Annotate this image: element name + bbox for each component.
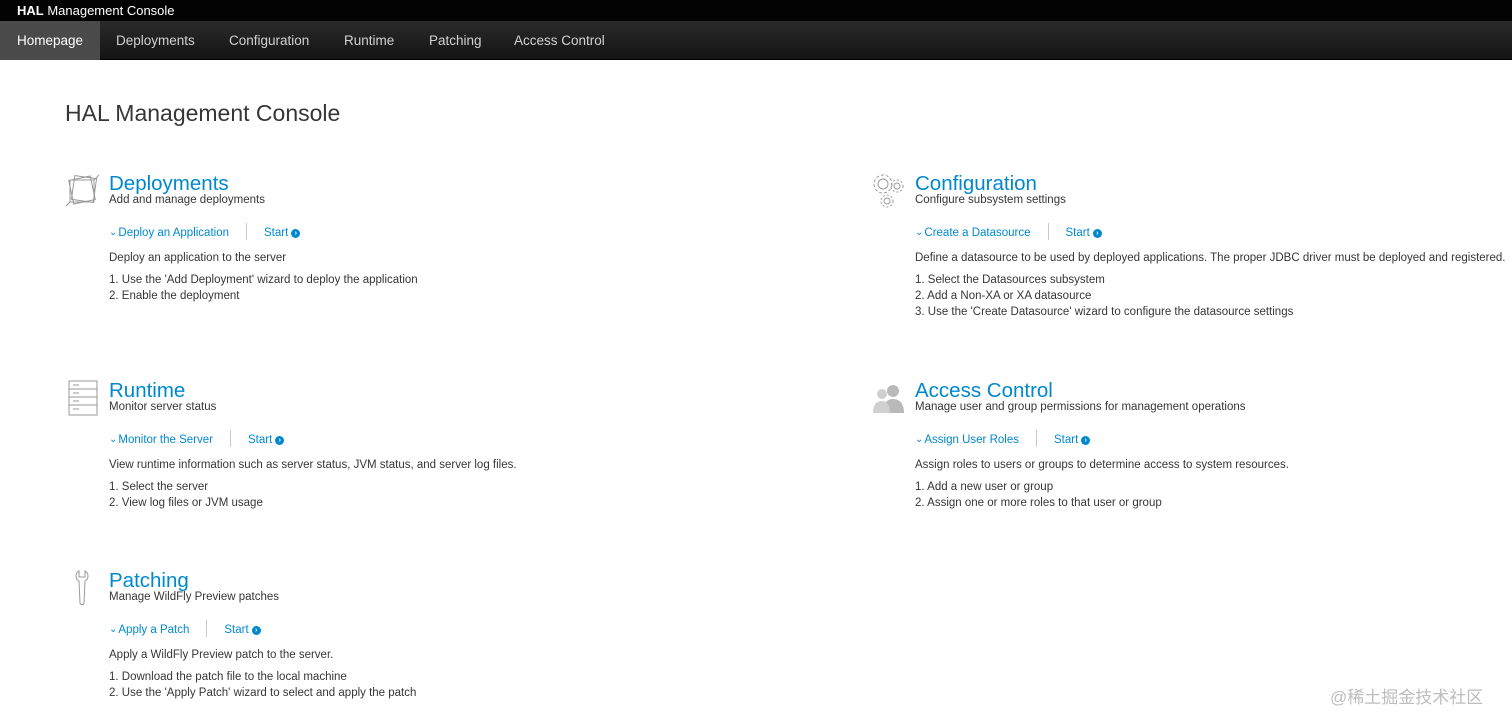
chevron-down-icon: ⌄	[915, 227, 924, 238]
module-subtitle: Monitor server status	[109, 401, 217, 413]
task-label: Deploy an Application	[118, 227, 229, 239]
step-item: 2. Enable the deployment	[109, 290, 240, 302]
module-deployments: Deployments Add and manage deployments ⌄…	[65, 172, 785, 312]
step-item: 2. Assign one or more roles to that user…	[915, 497, 1162, 509]
brand-name-strong: HAL	[17, 3, 44, 18]
task-label: Apply a Patch	[118, 624, 190, 636]
start-button[interactable]: Start ›	[264, 224, 301, 242]
module-subtitle: Manage WildFly Preview patches	[109, 591, 280, 603]
module-configuration: Configuration Configure subsystem settin…	[871, 172, 1505, 332]
step-item: 1. Select the Datasources subsystem	[915, 274, 1105, 286]
chevron-down-icon: ⌄	[109, 434, 118, 445]
step-item: 1. Use the 'Add Deployment' wizard to de…	[109, 274, 418, 286]
task-label: Monitor the Server	[118, 434, 213, 446]
task-description: Assign roles to users or groups to deter…	[915, 459, 1289, 471]
deployments-icon	[65, 172, 101, 210]
step-item: 2. Use the 'Apply Patch' wizard to selec…	[109, 687, 417, 699]
arrow-circle-right-icon: ›	[291, 229, 301, 238]
start-button[interactable]: Start ›	[224, 621, 261, 639]
module-actions: ⌄Deploy an Application Start ›	[109, 223, 301, 243]
start-button[interactable]: Start ›	[248, 431, 285, 449]
task-steps: 1. Add a new user or group 2. Assign one…	[915, 479, 1162, 511]
deploy-application-link[interactable]: ⌄Deploy an Application	[109, 224, 229, 243]
page-title: HAL Management Console	[65, 100, 341, 126]
task-description: Deploy an application to the server	[109, 252, 287, 264]
task-steps: 1. Download the patch file to the local …	[109, 669, 416, 701]
nav-runtime[interactable]: Runtime	[327, 21, 411, 60]
start-button[interactable]: Start ›	[1066, 224, 1102, 242]
main-nav: Homepage Deployments Configuration Runti…	[0, 21, 1512, 60]
divider	[1047, 223, 1049, 241]
divider	[1035, 430, 1037, 448]
arrow-circle-right-icon: ›	[275, 436, 285, 445]
nav-deployments[interactable]: Deployments	[99, 21, 212, 60]
start-label: Start	[248, 434, 273, 446]
module-subtitle: Manage user and group permissions for ma…	[915, 401, 1246, 413]
start-label: Start	[224, 624, 249, 636]
module-actions: ⌄Monitor the Server Start ›	[109, 430, 285, 450]
users-icon	[871, 379, 907, 417]
divider	[246, 223, 247, 241]
task-steps: 1. Select the server 2. View log files o…	[109, 479, 263, 511]
task-description: Define a datasource to be used by deploy…	[915, 252, 1506, 264]
module-subtitle: Add and manage deployments	[109, 194, 265, 206]
gears-icon	[871, 172, 907, 210]
brand-name-rest: Management Console	[43, 3, 175, 18]
task-steps: 1. Select the Datasources subsystem 2. A…	[915, 272, 1293, 320]
step-item: 1. Add a new user or group	[915, 481, 1054, 493]
nav-patching[interactable]: Patching	[412, 21, 499, 60]
chevron-down-icon: ⌄	[915, 434, 924, 445]
task-description: View runtime information such as server …	[109, 459, 517, 471]
apply-patch-link[interactable]: ⌄Apply a Patch	[109, 621, 189, 640]
module-subtitle: Configure subsystem settings	[915, 194, 1066, 206]
task-description: Apply a WildFly Preview patch to the ser…	[109, 649, 334, 661]
task-label: Assign User Roles	[924, 434, 1019, 446]
arrow-circle-right-icon: ›	[251, 626, 261, 635]
assign-user-roles-link[interactable]: ⌄Assign User Roles	[915, 431, 1019, 450]
nav-homepage[interactable]: Homepage	[0, 21, 101, 60]
arrow-circle-right-icon: ›	[1081, 436, 1091, 445]
create-datasource-link[interactable]: ⌄Create a Datasource	[915, 224, 1031, 243]
module-actions: ⌄Create a Datasource Start ›	[915, 223, 1102, 243]
module-runtime: Runtime Monitor server status ⌄Monitor t…	[65, 379, 785, 519]
chevron-down-icon: ⌄	[109, 227, 118, 238]
step-item: 1. Select the server	[109, 481, 209, 493]
task-steps: 1. Use the 'Add Deployment' wizard to de…	[109, 272, 418, 304]
arrow-circle-right-icon: ›	[1092, 229, 1102, 238]
watermark: @稀土掘金技术社区	[1330, 688, 1484, 707]
module-actions: ⌄Assign User Roles Start ›	[915, 430, 1091, 450]
start-label: Start	[264, 227, 289, 239]
start-label: Start	[1053, 434, 1079, 446]
divider	[206, 620, 208, 638]
monitor-server-link[interactable]: ⌄Monitor the Server	[109, 431, 213, 450]
step-item: 3. Use the 'Create Datasource' wizard to…	[915, 306, 1294, 318]
server-icon	[65, 379, 101, 417]
step-item: 2. Add a Non-XA or XA datasource	[915, 290, 1092, 302]
step-item: 2. View log files or JVM usage	[109, 497, 263, 509]
chevron-down-icon: ⌄	[109, 624, 118, 635]
module-actions: ⌄Apply a Patch Start ›	[109, 620, 261, 640]
wrench-icon	[65, 569, 101, 607]
start-button[interactable]: Start ›	[1053, 431, 1091, 449]
divider	[230, 430, 231, 448]
masthead: HAL Management Console	[0, 0, 1512, 21]
module-patching: Patching Manage WildFly Preview patches …	[65, 569, 785, 709]
nav-access-control[interactable]: Access Control	[497, 21, 622, 60]
module-access-control: Access Control Manage user and group per…	[871, 379, 1501, 519]
start-label: Start	[1065, 227, 1090, 239]
nav-configuration[interactable]: Configuration	[212, 21, 326, 60]
task-label: Create a Datasource	[924, 227, 1031, 239]
step-item: 1. Download the patch file to the local …	[109, 671, 347, 683]
